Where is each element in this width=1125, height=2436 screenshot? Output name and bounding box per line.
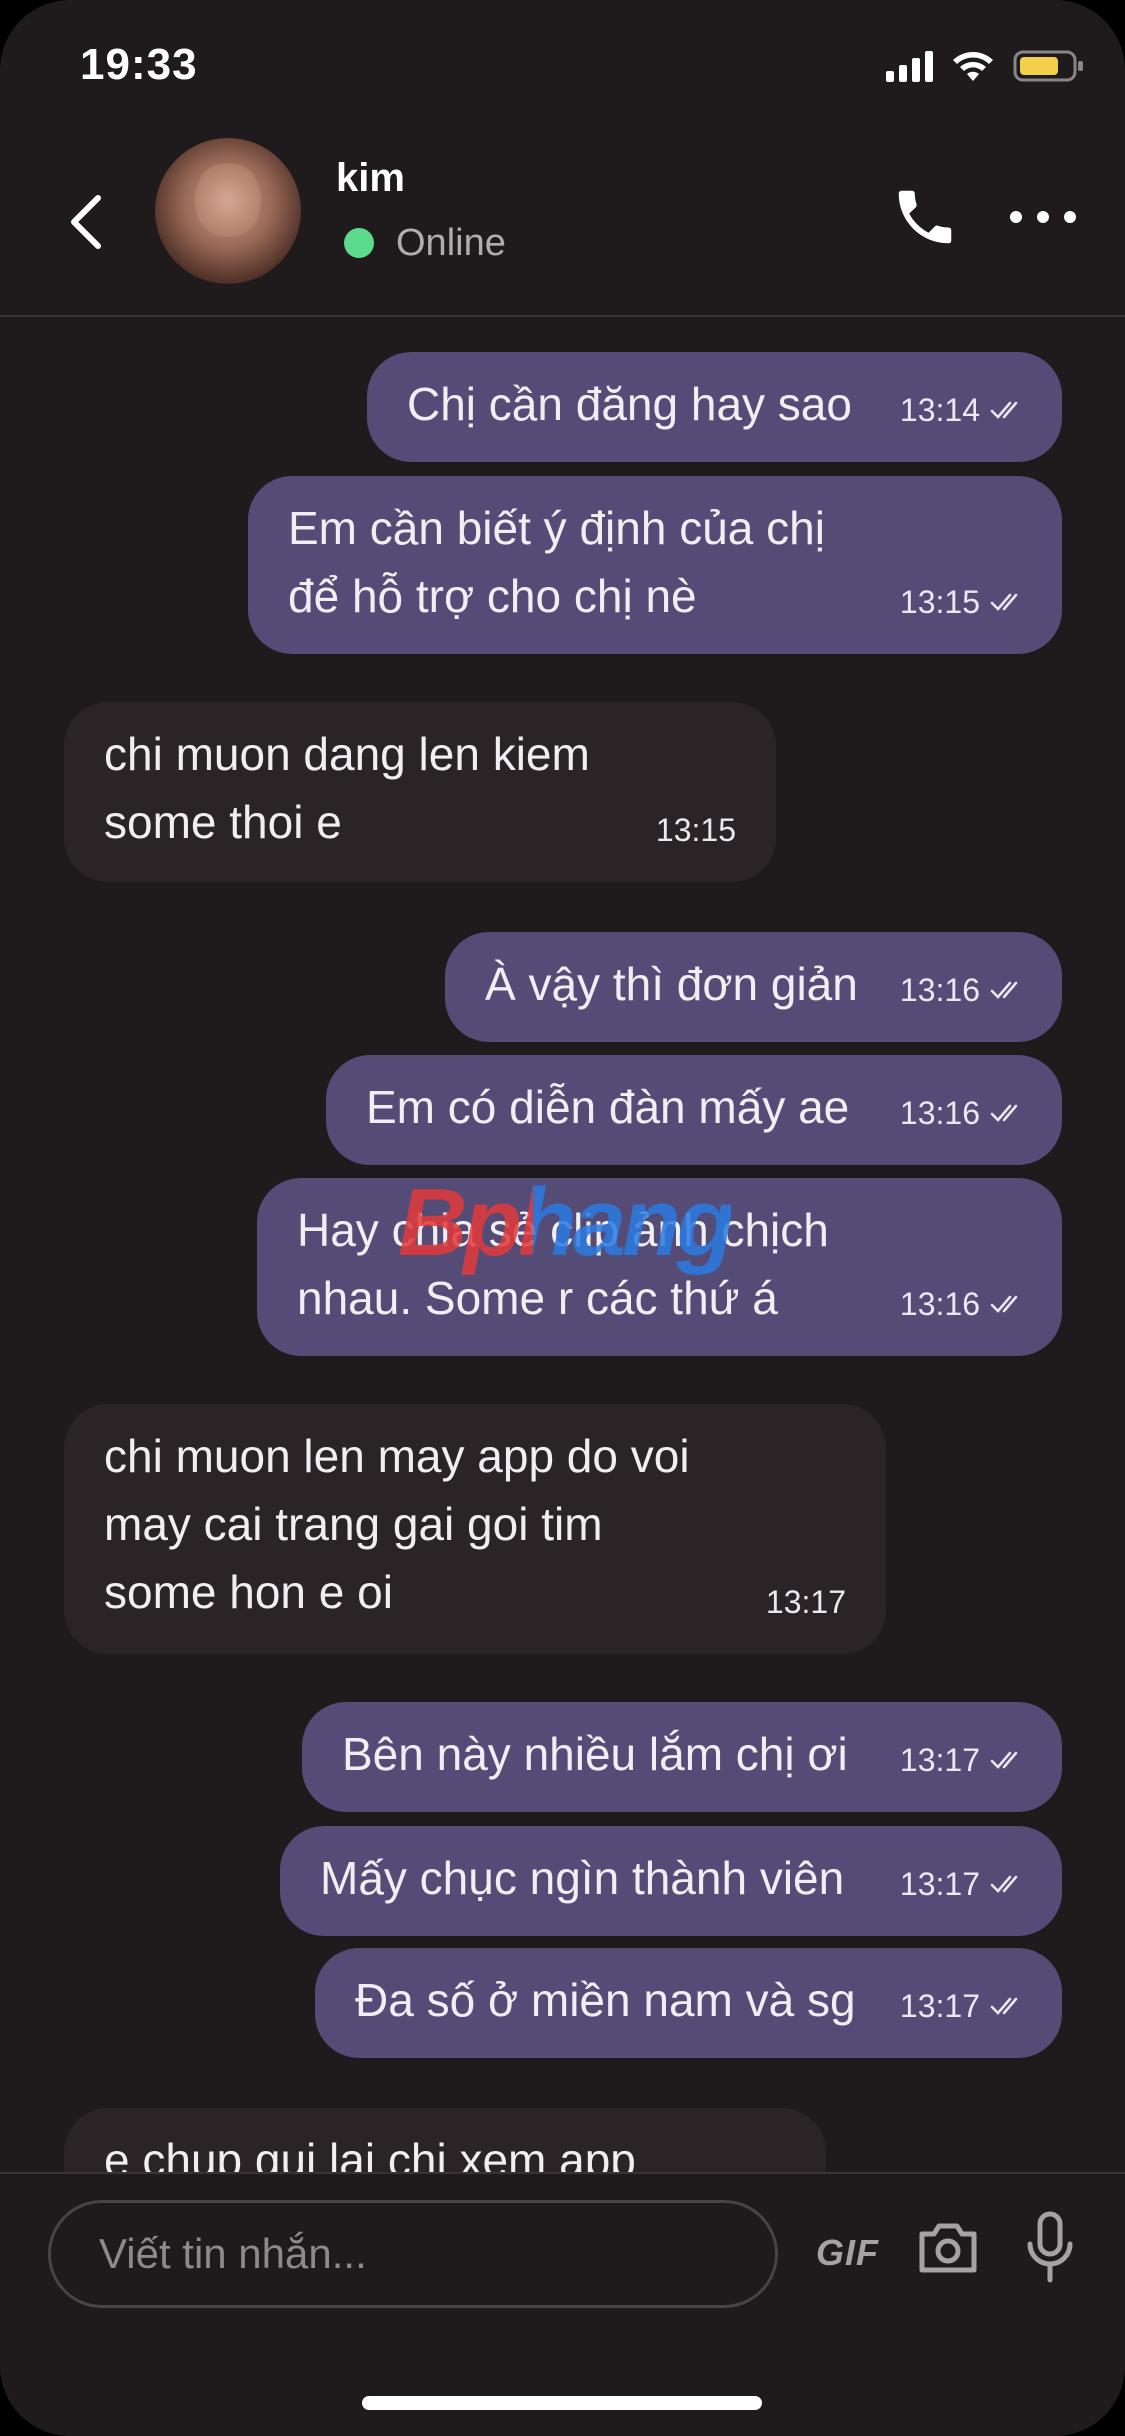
status-bar: 19:33 [0,0,1125,140]
status-time: 19:33 [80,40,198,89]
microphone-button[interactable] [1024,2210,1076,2286]
battery-icon [1013,48,1085,84]
composer-divider [0,2172,1125,2174]
contact-avatar[interactable] [155,138,301,284]
double-check-icon [990,1104,1018,1122]
message-meta: 13:14 [900,376,1026,444]
message-bubble-outgoing[interactable]: À vậy thì đơn giản 13:16 [445,932,1062,1042]
contact-name[interactable]: kim [336,156,405,201]
phone-screen: 19:33 kim Online Chị cần đăng hay sao 13… [0,0,1125,2436]
message-bubble-outgoing[interactable]: Đa số ở miền nam và sg 13:17 [315,1948,1062,2058]
message-meta: 13:16 [900,1079,1026,1147]
message-bubble-incoming[interactable]: chi muon len may app do voi may cai tran… [64,1404,886,1654]
message-meta: 13:17 [766,1568,846,1636]
status-icons [886,48,1085,84]
more-dot [1064,211,1076,223]
message-time: 13:14 [899,392,980,428]
double-check-icon [990,593,1018,611]
double-check-icon [990,1295,1018,1313]
message-time: 13:15 [655,812,736,848]
message-input[interactable] [48,2200,778,2308]
message-meta: 13:16 [900,956,1026,1024]
message-meta: 13:17 [900,1726,1026,1794]
online-status-dot [344,228,374,258]
message-bubble-outgoing[interactable]: Mấy chục ngìn thành viên 13:17 [280,1826,1062,1936]
call-button[interactable] [890,182,960,252]
back-button[interactable] [60,182,110,262]
more-options-button[interactable] [1010,202,1076,232]
message-time: 13:16 [899,1286,980,1322]
microphone-icon [1027,2211,1073,2283]
message-bubble-outgoing[interactable]: Bên này nhiều lắm chị ơi 13:17 [302,1702,1062,1812]
message-meta: 13:15 [900,568,1026,636]
double-check-icon [990,1997,1018,2015]
message-bubble-incoming[interactable]: chi muon dang len kiem some thoi e 13:15 [64,702,776,882]
message-time: 13:17 [899,1988,980,2024]
double-check-icon [990,1875,1018,1893]
message-bubble-outgoing[interactable]: Chị cần đăng hay sao 13:14 [367,352,1062,462]
gif-button[interactable]: GIF [816,2232,879,2274]
message-time: 13:17 [899,1866,980,1902]
phone-icon [898,190,952,244]
message-time: 13:17 [899,1742,980,1778]
message-time: 13:16 [899,1095,980,1131]
message-meta: 13:16 [900,1270,1026,1338]
message-text: chi muon len may app do voi may cai tran… [104,1430,690,1618]
message-time: 13:15 [899,584,980,620]
camera-button[interactable] [916,2218,980,2278]
chat-header: kim Online [0,130,1125,316]
double-check-icon [990,981,1018,999]
message-bubble-outgoing[interactable]: Em có diễn đàn mấy ae 13:16 [326,1055,1062,1165]
more-dot [1037,211,1049,223]
cellular-signal-icon [886,50,933,82]
double-check-icon [990,1751,1018,1769]
message-time: 13:17 [765,1584,846,1620]
message-time: 13:16 [899,972,980,1008]
double-check-icon [990,401,1018,419]
wifi-icon [951,49,995,83]
home-indicator[interactable] [362,2396,762,2410]
online-status-label: Online [396,222,506,264]
back-chevron-icon [71,195,101,249]
header-divider [0,315,1125,317]
message-text: chi muon dang len kiem some thoi e [104,728,590,848]
message-meta: 13:15 [656,796,736,864]
more-dots-icon [1010,211,1022,223]
message-meta: 13:17 [900,1972,1026,2040]
message-bubble-outgoing[interactable]: Em cần biết ý định của chị để hỗ trợ cho… [248,476,1062,654]
message-meta: 13:17 [900,1850,1026,1918]
watermark-logo: Bphang [398,1169,735,1276]
camera-icon [919,2223,977,2273]
